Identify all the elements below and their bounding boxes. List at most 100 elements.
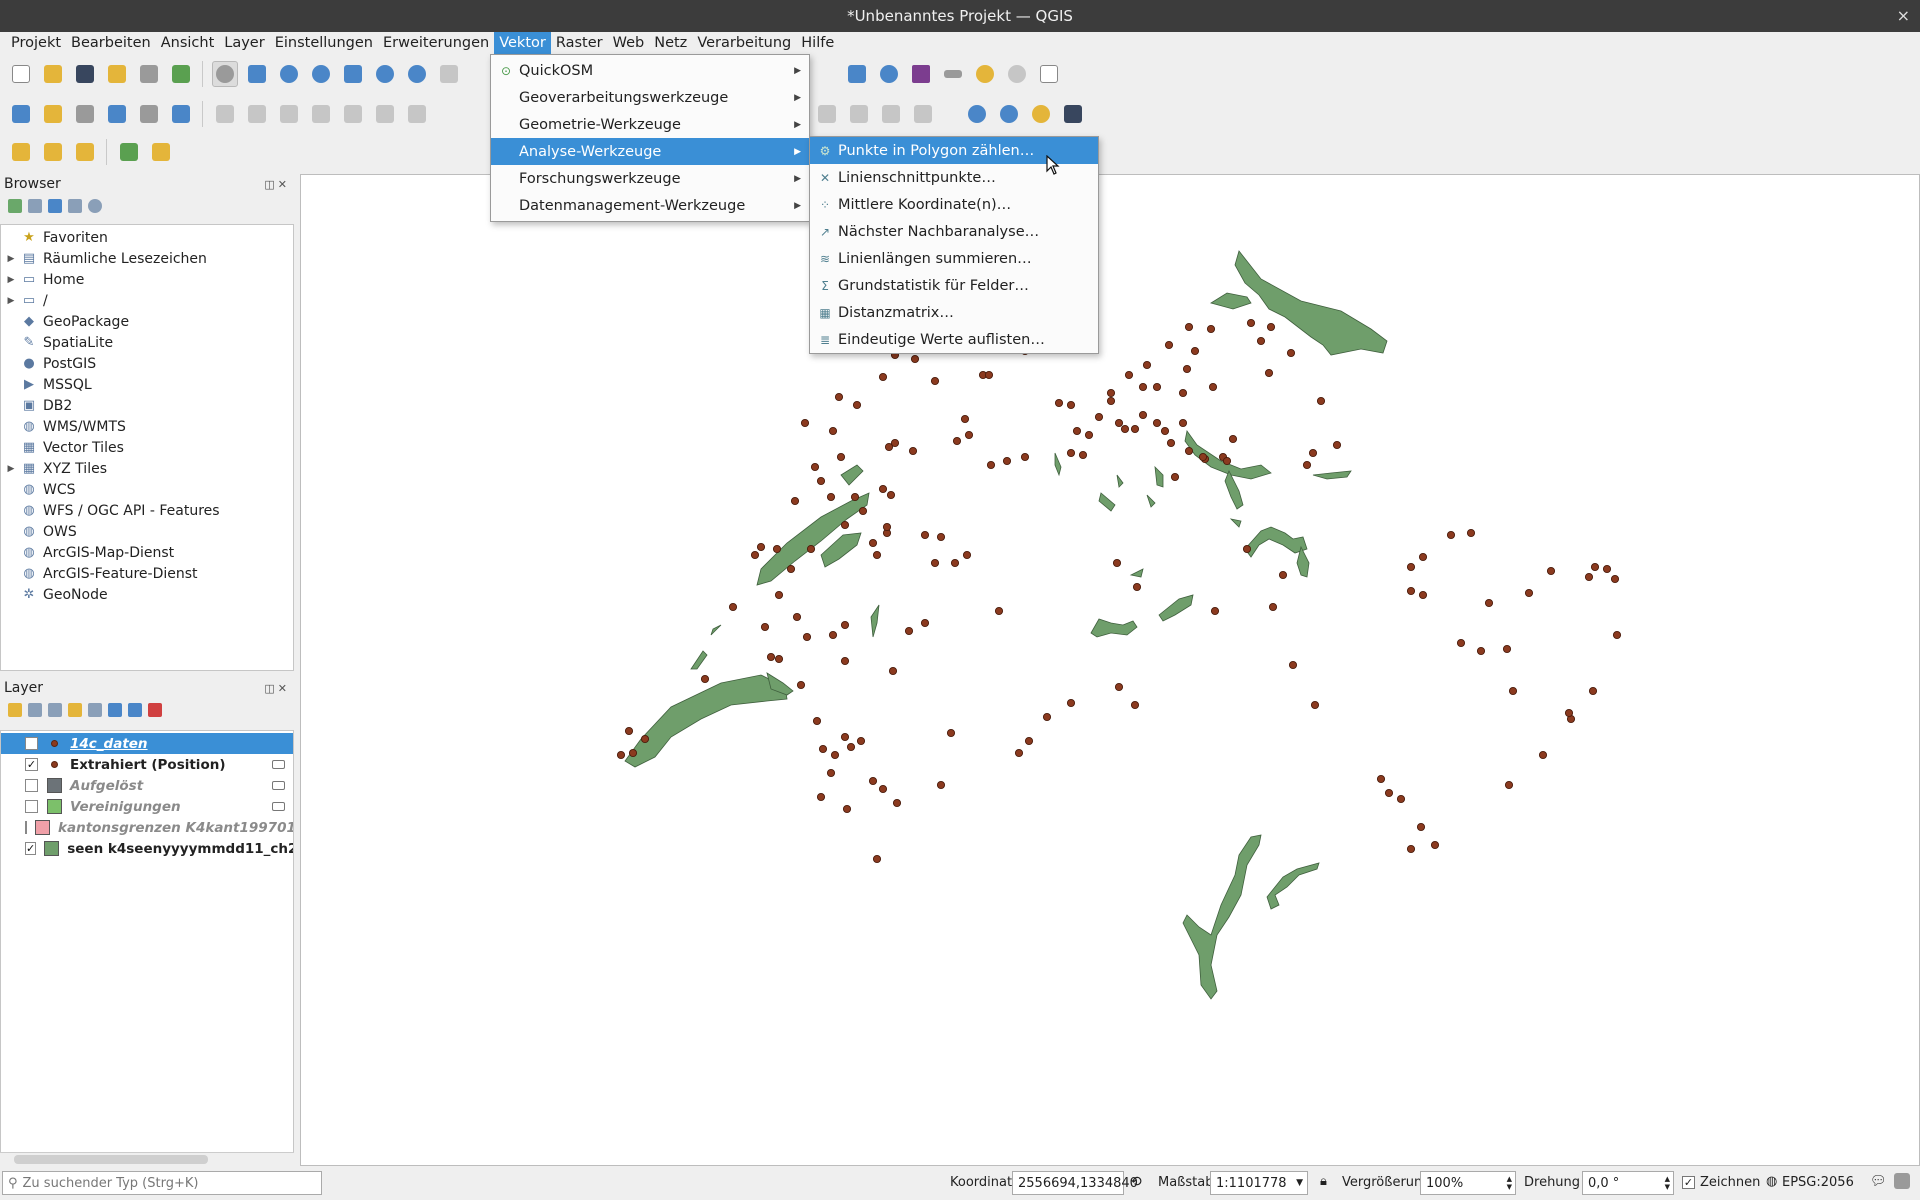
expand-arrow-icon[interactable]: ▶ [1,464,21,474]
menu-erweiterungen[interactable]: Erweiterungen [378,32,494,54]
pan-hand-icon[interactable] [212,61,238,87]
filter-legend-icon[interactable] [68,703,82,717]
select-features-icon[interactable] [8,139,34,165]
browser-item-ows[interactable]: ◍ OWS [1,521,293,542]
browser-item-wcs[interactable]: ◍ WCS [1,479,293,500]
rotation-spinbox[interactable]: 0,0 ° ▲ ▼ [1582,1171,1674,1195]
browser-item-mssql[interactable]: ▶ MSSQL [1,374,293,395]
layer-row[interactable]: ✓ seen k4seenyyyymmdd11_ch2007 [1,838,293,859]
help-icon[interactable] [1060,101,1086,127]
layer-row[interactable]: ✓ Extrahiert (Position) [1,754,293,775]
style-manager-icon[interactable] [168,61,194,87]
scale-combobox[interactable]: 1:1101778 ▼ [1210,1171,1308,1195]
quickosm-icon[interactable] [116,139,142,165]
collapse-all-icon[interactable] [68,199,82,213]
menu-hilfe[interactable]: Hilfe [796,32,839,54]
chevron-down-icon[interactable]: ▼ [1296,1178,1303,1188]
menu-web[interactable]: Web [608,32,650,54]
vertex-tool-icon[interactable] [340,101,366,127]
python-console-icon[interactable] [1028,101,1054,127]
layer-indicator-icon[interactable] [272,781,285,790]
zoom-native-icon[interactable] [436,61,462,87]
menu-projekt[interactable]: Projekt [6,32,66,54]
metasearch-icon[interactable] [964,101,990,127]
analyse-menu-item-5[interactable]: Σ Grundstatistik für Felder… [810,272,1098,299]
analyse-menu-item-7[interactable]: ≣ Eindeutige Werte auflisten… [810,326,1098,353]
save-project-icon[interactable] [72,61,98,87]
new-geopackage-icon[interactable] [40,101,66,127]
add-layer-icon[interactable] [8,101,34,127]
new-shapefile-icon[interactable] [72,101,98,127]
deselect-all-icon[interactable] [72,139,98,165]
analyse-menu-item-4[interactable]: ≋ Linienlängen summieren… [810,245,1098,272]
close-window-icon[interactable]: × [1897,0,1910,32]
add-selected-layers-icon[interactable] [8,199,22,213]
refresh-icon[interactable] [28,199,42,213]
browser-item-vector-tiles[interactable]: ▦ Vector Tiles [1,437,293,458]
browser-item-xyz-tiles[interactable]: ▶ ▦ XYZ Tiles [1,458,293,479]
remove-layer-icon[interactable] [148,703,162,717]
label-tool-2-icon[interactable] [814,101,840,127]
vektor-menu-item-5[interactable]: Datenmanagement-Werkzeuge ▶ [491,192,809,219]
menu-netz[interactable]: Netz [649,32,692,54]
zoom-selection-icon[interactable] [372,61,398,87]
lock-icon[interactable]: 🔒︎ [1320,1174,1327,1189]
menu-bearbeiten[interactable]: Bearbeiten [66,32,156,54]
layer-visibility-checkbox[interactable]: ✓ [25,842,37,855]
zoom-out-icon[interactable] [308,61,334,87]
filter-icon[interactable] [48,199,62,213]
save-edits-icon[interactable] [276,101,302,127]
virtual-layer-icon[interactable] [168,101,194,127]
map-tips-icon[interactable] [972,61,998,87]
browser-item-arcgis-map-dienst[interactable]: ◍ ArcGIS-Map-Dienst [1,542,293,563]
analyse-menu-item-6[interactable]: ▦ Distanzmatrix… [810,299,1098,326]
browser-item-favoriten[interactable]: ★ Favoriten [1,227,293,248]
search-magnifier-icon[interactable] [1004,61,1030,87]
layer-horizontal-scrollbar[interactable] [0,1152,294,1166]
expand-arrow-icon[interactable]: ▶ [1,254,21,264]
menu-raster[interactable]: Raster [551,32,608,54]
layer-indicator-icon[interactable] [272,802,285,811]
toggle-extents-icon[interactable]: ⟲ [1130,1174,1142,1190]
map-canvas[interactable] [300,174,1920,1166]
coordinate-field[interactable]: 2556694,1334840 [1012,1171,1138,1195]
panel-float-close-icon[interactable]: ◫✕ [264,682,290,695]
messages-icon[interactable]: 💬︎ [1870,1174,1887,1189]
expand-arrow-icon[interactable]: ▶ [1,275,21,285]
new-spatialite-icon[interactable] [104,101,130,127]
expand-all-icon[interactable] [108,703,122,717]
browser-item--[interactable]: ▶ ▭ / [1,290,293,311]
analyse-menu-item-2[interactable]: ⁘ Mittlere Koordinate(n)… [810,191,1098,218]
layer-visibility-checkbox[interactable] [25,800,38,813]
browser-item-wms-wmts[interactable]: ◍ WMS/WMTS [1,416,293,437]
layer-visibility-checkbox[interactable] [25,821,27,834]
layer-row[interactable]: Aufgelöst [1,775,293,796]
toggle-editing-icon[interactable] [244,101,270,127]
vektor-menu-item-2[interactable]: Geometrie-Werkzeuge ▶ [491,111,809,138]
plugin-status-icon[interactable] [1894,1173,1910,1189]
menu-layer[interactable]: Layer [219,32,269,54]
add-feature-icon[interactable] [308,101,334,127]
pan-to-selection-icon[interactable] [244,61,270,87]
processing-toolbox-icon[interactable] [876,61,902,87]
layer-row[interactable]: 14c_daten [1,733,293,754]
vektor-menu-item-4[interactable]: Forschungswerkzeuge ▶ [491,165,809,192]
menu-vektor[interactable]: Vektor [494,32,551,54]
analyse-menu-item-3[interactable]: ↗ Nächster Nachbaranalyse… [810,218,1098,245]
menu-verarbeitung[interactable]: Verarbeitung [692,32,796,54]
magnifier-spinbox[interactable]: 100% ▲ ▼ [1420,1171,1516,1195]
delete-selected-icon[interactable] [404,101,430,127]
identify-features-icon[interactable] [844,61,870,87]
zoom-in-icon[interactable] [276,61,302,87]
expand-arrow-icon[interactable]: ▶ [1,296,21,306]
layer-styling-icon[interactable] [8,703,22,717]
spin-arrows-icon[interactable]: ▲ ▼ [1665,1175,1670,1191]
open-project-icon[interactable] [40,61,66,87]
label-tool-5-icon[interactable] [910,101,936,127]
layer-indicator-icon[interactable] [272,760,285,769]
browser-item-wfs-ogc-api-features[interactable]: ◍ WFS / OGC API - Features [1,500,293,521]
locator-search-input[interactable]: ⚲ Zu suchender Typ (Strg+K) [2,1171,322,1195]
browser-item-postgis[interactable]: ● PostGIS [1,353,293,374]
layer-visibility-checkbox[interactable] [25,779,38,792]
modify-attributes-icon[interactable] [372,101,398,127]
